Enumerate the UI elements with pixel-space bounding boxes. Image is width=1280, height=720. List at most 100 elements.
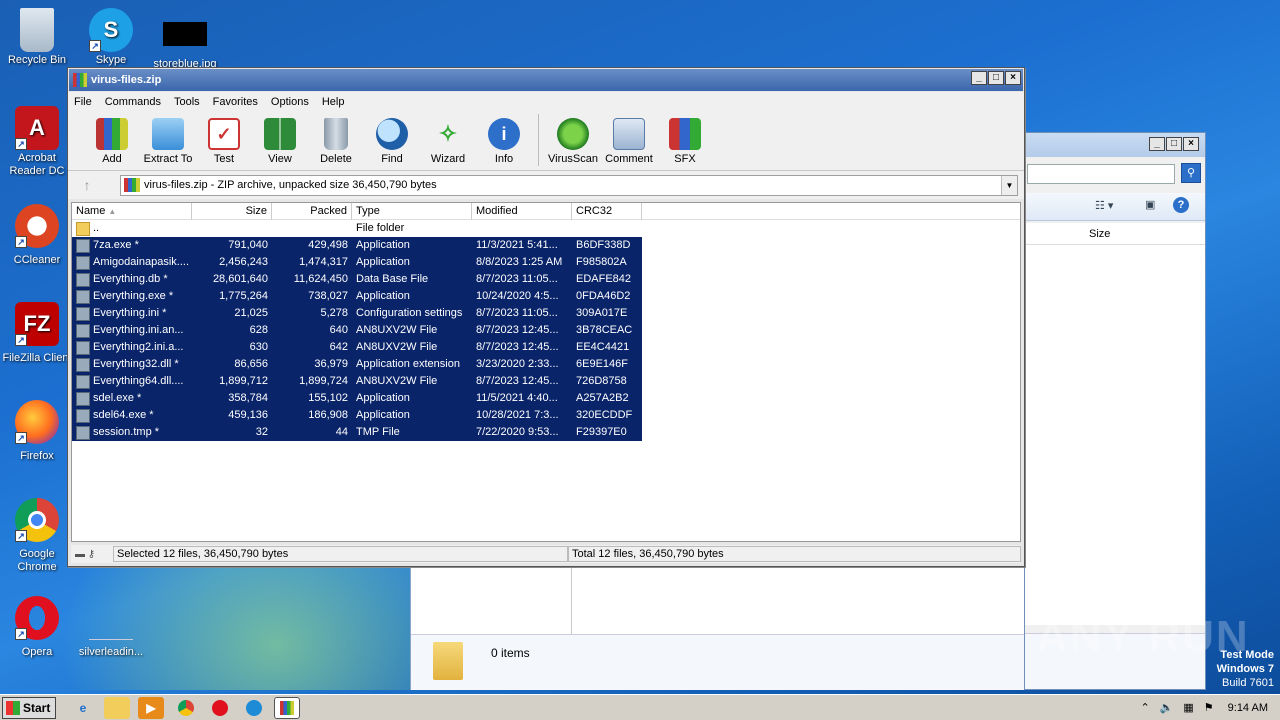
comment-button[interactable]: Comment: [601, 118, 657, 170]
column-header-modified[interactable]: Modified: [472, 203, 572, 220]
info-button[interactable]: i Info: [476, 118, 532, 170]
edge-icon[interactable]: [246, 699, 262, 716]
start-button[interactable]: Start: [2, 696, 56, 719]
file-row[interactable]: Everything.exe * 1,775,264 738,027 Applicat…: [72, 288, 1020, 305]
desktop-icon-opera[interactable]: ↗ Opera: [0, 596, 74, 659]
virusscan-button[interactable]: VirusScan: [545, 118, 601, 170]
up-arrow-icon[interactable]: ↑: [72, 174, 102, 196]
volume-icon[interactable]: 🔈: [1160, 701, 1174, 714]
column-header-crc32[interactable]: CRC32: [572, 203, 642, 220]
desktop-icon-filezilla[interactable]: FZ ↗ FileZilla Client: [0, 302, 74, 365]
column-header-packed[interactable]: Packed: [272, 203, 352, 220]
maximize-icon[interactable]: □: [1166, 137, 1182, 151]
file-list[interactable]: Name ▲ Size Packed Type Modified CRC32 .…: [71, 202, 1021, 542]
explorer-icon[interactable]: [104, 696, 130, 719]
desktop-icon-firefox[interactable]: ↗ Firefox: [0, 400, 74, 463]
column-header-size[interactable]: Size: [192, 203, 272, 220]
file-row[interactable]: Everything32.dll * 86,656 36,979 Applicatio…: [72, 356, 1020, 373]
desktop-icon-ccleaner[interactable]: ↗ CCleaner: [0, 204, 74, 267]
minimize-button[interactable]: _: [971, 71, 987, 85]
explorer-search-field[interactable]: [1027, 164, 1175, 184]
column-header-name[interactable]: Name ▲: [72, 203, 192, 220]
file-row[interactable]: sdel.exe * 358,784 155,102 Application 11/5/…: [72, 390, 1020, 407]
column-header-type[interactable]: Type: [352, 203, 472, 220]
file-row[interactable]: 7za.exe * 791,040 429,498 Application 11/3/2…: [72, 237, 1020, 254]
winrar-titlebar[interactable]: virus-files.zip _ □ ×: [69, 69, 1023, 91]
sfx-button[interactable]: SFX: [657, 118, 713, 170]
file-row[interactable]: Everything.db * 28,601,640 11,624,450 Data …: [72, 271, 1020, 288]
maximize-button[interactable]: □: [988, 71, 1004, 85]
preview-pane-icon[interactable]: ▣: [1145, 198, 1155, 211]
row-name: Everything.db *: [93, 273, 168, 285]
path-field[interactable]: virus-files.zip - ZIP archive, unpacked …: [120, 174, 1018, 196]
file-row[interactable]: Everything.ini.an... 628 640 AN8UXV2W File 8…: [72, 322, 1020, 339]
row-packed: 640: [272, 322, 352, 339]
ie-icon[interactable]: e: [70, 697, 96, 719]
chrome-taskbar-icon[interactable]: [178, 699, 194, 716]
minimize-icon[interactable]: _: [1149, 137, 1165, 151]
menu-tools[interactable]: Tools: [174, 96, 200, 108]
taskbar: Start e ▶ ⌃ 🔈 ▦ ⚑ 9:14 AM: [0, 694, 1280, 720]
file-row[interactable]: Everything.ini * 21,025 5,278 Configuration…: [72, 305, 1020, 322]
row-crc32: 726D8758: [572, 373, 642, 390]
file-icon: [76, 357, 90, 372]
menu-help[interactable]: Help: [322, 96, 345, 108]
row-modified: 11/5/2021 4:40...: [472, 390, 572, 407]
view-options-icon[interactable]: ☷ ▾: [1095, 199, 1113, 212]
winrar-taskbar-icon[interactable]: [274, 696, 300, 719]
menu-favorites[interactable]: Favorites: [213, 96, 258, 108]
row-modified: 10/28/2021 7:3...: [472, 407, 572, 424]
add-button[interactable]: Add: [84, 118, 140, 170]
status-selected: Selected 12 files, 36,450,790 bytes: [113, 546, 568, 562]
explorer-details-footer: [411, 634, 1024, 690]
menu-options[interactable]: Options: [271, 96, 309, 108]
file-row[interactable]: session.tmp * 32 44 TMP File 7/22/2020 9:53.…: [72, 424, 1020, 441]
close-icon[interactable]: ×: [1183, 137, 1199, 151]
menu-commands[interactable]: Commands: [105, 96, 161, 108]
clock[interactable]: 9:14 AM: [1228, 702, 1268, 714]
desktop-icon-chrome[interactable]: ↗ Google Chrome: [0, 498, 74, 574]
row-crc32: 6E9E146F: [572, 356, 642, 373]
desktop-icon-silverleading[interactable]: silverleadin...: [74, 596, 148, 659]
row-crc32: F985802A: [572, 254, 642, 271]
desktop-icon-storeblue[interactable]: storeblue.jpg: [148, 22, 222, 71]
wizard-button[interactable]: ✧ Wizard: [420, 118, 476, 170]
row-packed: 1,474,317: [272, 254, 352, 271]
search-icon[interactable]: ⚲: [1181, 163, 1201, 183]
explorer-window[interactable]: _ □ × ⚲ ☷ ▾ ▣ ? Size: [1024, 132, 1206, 690]
view-label: View: [268, 153, 292, 165]
pane-divider[interactable]: [571, 566, 572, 634]
action-center-icon[interactable]: ⚑: [1204, 701, 1214, 714]
view-button[interactable]: View: [252, 118, 308, 170]
extract-to-label: Extract To: [143, 153, 193, 165]
test-button[interactable]: ✓ Test: [196, 118, 252, 170]
close-button[interactable]: ×: [1005, 71, 1021, 85]
desktop-icon-acrobat[interactable]: A ↗ Acrobat Reader DC: [0, 106, 74, 178]
help-icon[interactable]: ?: [1173, 197, 1189, 213]
desktop-icon-label: Opera: [21, 646, 53, 658]
file-row[interactable]: sdel64.exe * 459,136 186,908 Application 10/…: [72, 407, 1020, 424]
size-column-header[interactable]: Size: [1089, 228, 1110, 240]
chevron-down-icon[interactable]: ▼: [1001, 175, 1017, 195]
row-type: Application: [352, 237, 472, 254]
file-row[interactable]: Everything64.dll.... 1,899,712 1,899,724 AN…: [72, 373, 1020, 390]
parent-folder-row[interactable]: .. File folder: [72, 220, 1020, 237]
menu-file[interactable]: File: [74, 96, 92, 108]
media-player-icon[interactable]: ▶: [138, 696, 164, 719]
extract-to-button[interactable]: Extract To: [140, 118, 196, 170]
bug-icon: [557, 118, 589, 150]
network-icon[interactable]: ▦: [1183, 701, 1193, 714]
opera-taskbar-icon[interactable]: [212, 699, 228, 716]
winrar-window[interactable]: virus-files.zip _ □ × File Commands Tool…: [67, 67, 1025, 567]
desktop-icon-skype[interactable]: S ↗ Skype: [74, 8, 148, 67]
folder-icon: [76, 221, 90, 236]
tray-expand-icon[interactable]: ⌃: [1140, 701, 1149, 714]
delete-button[interactable]: Delete: [308, 118, 364, 170]
find-button[interactable]: Find: [364, 118, 420, 170]
desktop-icon-recycle-bin[interactable]: Recycle Bin: [0, 8, 74, 67]
file-row[interactable]: Everything2.ini.a... 630 642 AN8UXV2W File 8…: [72, 339, 1020, 356]
desktop-icon-label: CCleaner: [13, 254, 61, 266]
explorer-titlebar: _ □ ×: [1025, 133, 1205, 157]
file-row[interactable]: Amigodainapasik.... 2,456,243 1,474,317 App…: [72, 254, 1020, 271]
file-icon: [76, 323, 90, 338]
